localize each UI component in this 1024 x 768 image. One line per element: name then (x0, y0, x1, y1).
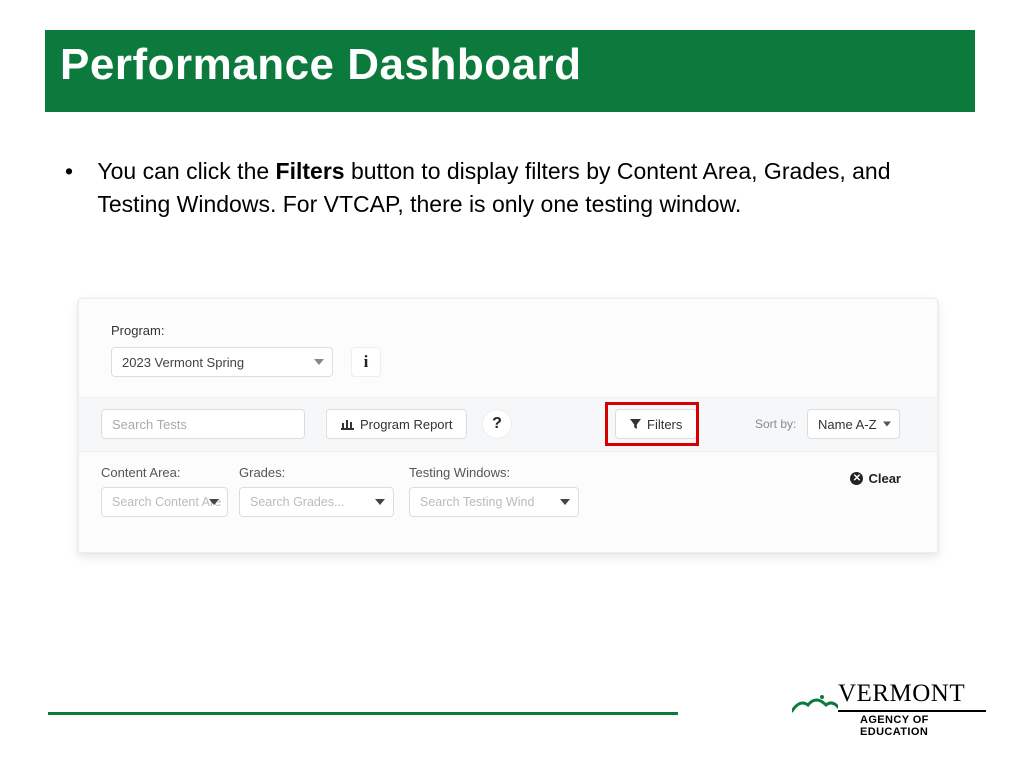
help-button[interactable]: ? (482, 409, 512, 439)
bullet-text: You can click the Filters button to disp… (97, 155, 937, 222)
content-area-select[interactable]: Search Content Are (101, 487, 228, 517)
vermont-wordmark: VERMONT (838, 680, 965, 708)
slide: Performance Dashboard • You can click th… (0, 0, 1024, 768)
info-icon: i (364, 352, 369, 372)
sort-by-value: Name A-Z (818, 417, 877, 432)
program-report-button[interactable]: Program Report (326, 409, 467, 439)
title-underline (45, 108, 975, 112)
vermont-logo: VERMONT AGENCY OF EDUCATION (788, 680, 988, 740)
dashboard-panel: Program: 2023 Vermont Spring i Program R… (78, 298, 938, 553)
clear-icon: ✕ (850, 472, 863, 485)
filter-row: Content Area: Grades: Testing Windows: S… (79, 461, 937, 541)
sort-by-select[interactable]: Name A-Z (807, 409, 900, 439)
search-tests-input[interactable] (101, 409, 305, 439)
bar-chart-icon (341, 419, 354, 430)
chevron-down-icon (209, 499, 219, 505)
program-label: Program: (111, 323, 164, 338)
program-select[interactable]: 2023 Vermont Spring (111, 347, 333, 377)
help-icon: ? (492, 415, 502, 433)
caret-down-icon (883, 422, 891, 427)
page-title: Performance Dashboard (60, 40, 582, 90)
bullet-strong: Filters (276, 158, 345, 184)
bullet-prefix: You can click the (97, 158, 275, 184)
grades-label: Grades: (239, 465, 285, 480)
filters-label: Filters (647, 417, 682, 432)
testing-windows-label: Testing Windows: (409, 465, 510, 480)
chevron-down-icon (375, 499, 385, 505)
info-button[interactable]: i (351, 347, 381, 377)
program-report-label: Program Report (360, 417, 452, 432)
program-select-value: 2023 Vermont Spring (122, 355, 244, 370)
footer-divider (48, 712, 678, 715)
clear-label: Clear (868, 471, 901, 486)
chevron-down-icon (314, 359, 324, 365)
filter-icon (630, 419, 641, 430)
bullet-dot: • (65, 155, 91, 188)
bullet-item: • You can click the Filters button to di… (65, 155, 945, 222)
chevron-down-icon (560, 499, 570, 505)
content-area-label: Content Area: (101, 465, 181, 480)
grades-placeholder: Search Grades... (250, 495, 345, 509)
mountain-icon (792, 693, 838, 713)
grades-select[interactable]: Search Grades... (239, 487, 394, 517)
logo-rule (838, 710, 986, 712)
testing-windows-select[interactable]: Search Testing Wind (409, 487, 579, 517)
vermont-subbrand: AGENCY OF EDUCATION (860, 714, 988, 738)
filters-button[interactable]: Filters (615, 409, 697, 439)
content-area-placeholder: Search Content Are (112, 495, 221, 509)
testing-windows-placeholder: Search Testing Wind (420, 495, 534, 509)
clear-button[interactable]: ✕ Clear (850, 471, 901, 486)
sort-by-label: Sort by: (755, 417, 796, 431)
